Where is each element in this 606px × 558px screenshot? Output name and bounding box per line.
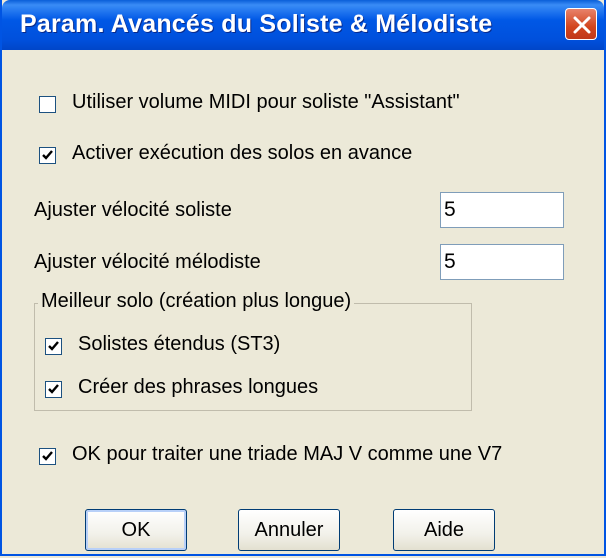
melodist-velocity-label: Ajuster vélocité mélodiste (34, 251, 261, 273)
long-phrases-checkbox[interactable] (45, 381, 62, 398)
help-button[interactable]: Aide (393, 509, 495, 551)
ok-triad-label: OK pour traiter une triade MAJ V comme u… (72, 443, 503, 465)
advance-solos-label: Activer exécution des solos en avance (72, 142, 413, 164)
advance-solos-checkbox[interactable] (39, 147, 56, 164)
cancel-button[interactable]: Annuler (238, 509, 340, 551)
dialog-title: Param. Avancés du Soliste & Mélodiste (20, 10, 493, 38)
extended-soloists-label: Solistes étendus (ST3) (78, 333, 281, 355)
ok-triad-checkbox[interactable] (39, 448, 56, 465)
midi-volume-label-text: Utiliser volume MIDI pour soliste "Assis… (72, 91, 460, 113)
checkmark-icon (42, 150, 53, 160)
melodist-velocity-input[interactable]: 5 (440, 244, 564, 280)
soloist-velocity-input[interactable]: 5 (440, 192, 564, 228)
midi-volume-checkbox[interactable] (39, 96, 56, 113)
ok-button[interactable]: OK (85, 509, 187, 551)
checkmark-icon (48, 384, 59, 394)
long-phrases-label: Créer des phrases longues (78, 376, 319, 398)
checkmark-icon (42, 451, 53, 461)
checkmark-icon (48, 341, 59, 351)
title-bar[interactable]: Param. Avancés du Soliste & Mélodiste (2, 0, 604, 50)
better-solo-group-title: Meilleur solo (création plus longue) (38, 290, 355, 313)
extended-soloists-checkbox[interactable] (45, 338, 62, 355)
close-icon (573, 16, 591, 34)
midi-volume-label: Utiliser volume MIDI pour soliste "Assis… (72, 91, 460, 114)
close-button[interactable] (565, 8, 597, 40)
soloist-velocity-label: Ajuster vélocité soliste (34, 199, 232, 221)
dialog-window: Param. Avancés du Soliste & Mélodiste Ut… (0, 0, 606, 556)
